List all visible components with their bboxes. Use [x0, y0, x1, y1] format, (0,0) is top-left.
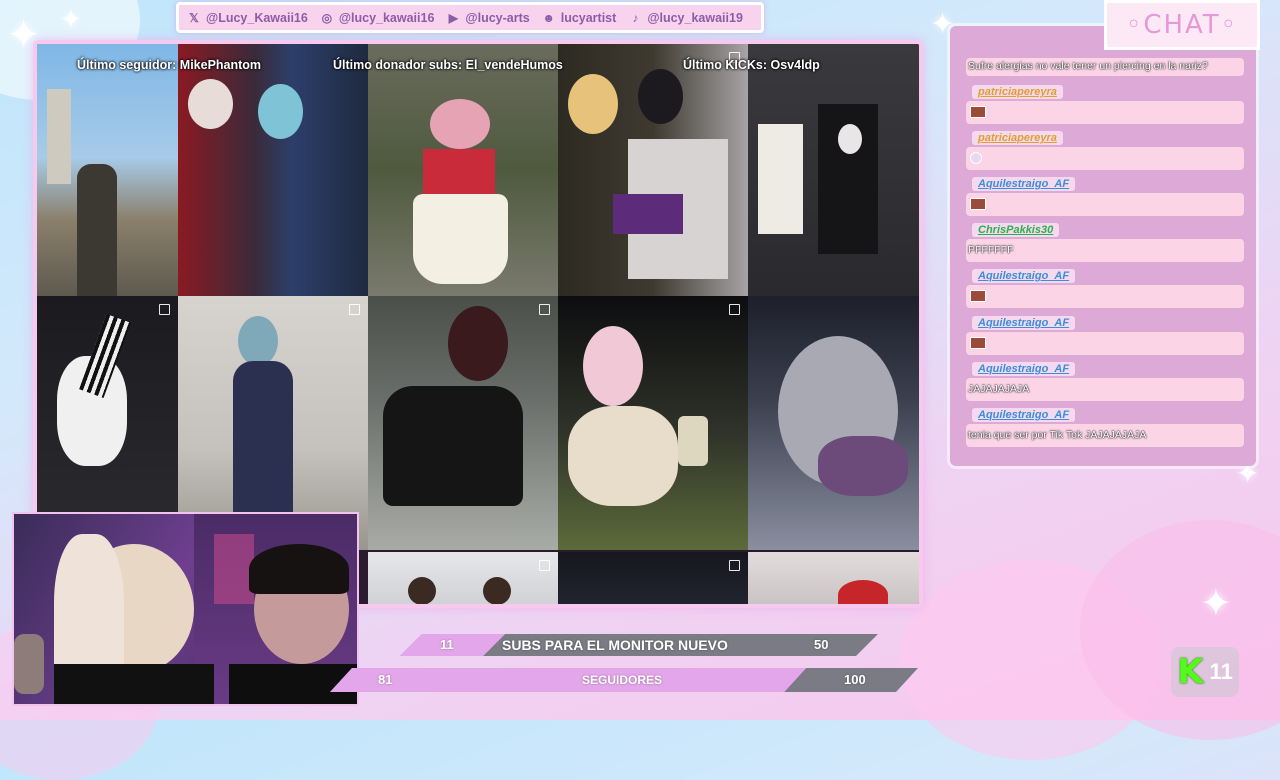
chat-message: patriciapereyra — [966, 131, 1246, 175]
chat-message: patriciapereyra — [966, 85, 1246, 129]
kick-viewer-count: K 11 — [1171, 647, 1239, 697]
chat-message-content: JAJAJAJAJA — [968, 383, 1030, 395]
face-emote-icon — [970, 198, 986, 211]
webcam-feed — [12, 512, 359, 706]
multi-photo-icon — [729, 304, 740, 315]
chat-message-text — [966, 285, 1244, 308]
chat-message: Aquilestraigo_AF — [966, 316, 1246, 360]
followers-target: 100 — [844, 672, 866, 687]
multi-photo-icon — [159, 304, 170, 315]
chat-username[interactable]: Aquilestraigo_AF — [972, 316, 1076, 330]
photo-tile[interactable] — [558, 552, 748, 604]
photo-tile[interactable] — [37, 44, 178, 296]
photo-tile[interactable] — [748, 296, 919, 550]
photo-tile[interactable] — [558, 296, 748, 550]
chat-message: ChrisPakkis30 PFFFFFF — [966, 223, 1246, 267]
subs-current: 11 — [440, 637, 454, 652]
chat-message: Aquilestraigo_AF — [966, 177, 1246, 221]
last-donor-label: Último donador subs: El_vendeHumos — [333, 58, 563, 72]
chat-message-text: PFFFFFF — [966, 239, 1244, 262]
last-follower-label: Último seguidor: MikePhantom — [77, 58, 262, 72]
photo-tile[interactable] — [368, 552, 558, 604]
subs-target: 50 — [814, 637, 829, 652]
face-emote-icon — [970, 106, 986, 119]
chat-message-text — [966, 193, 1244, 216]
youtube-icon: ▶ — [448, 10, 459, 25]
subs-goal-bar: 11 SUBS PARA EL MONITOR NUEVO 50 — [400, 634, 878, 656]
photo-tile[interactable] — [368, 44, 558, 296]
chat-message-text — [966, 101, 1244, 124]
chat-message-text: Sufre alergias no vale tener un piercing… — [966, 58, 1244, 76]
tiktok-icon: ♪ — [632, 10, 639, 25]
chat-top-message: Sufre alergias no vale tener un piercing… — [966, 58, 1246, 76]
photo-tile[interactable] — [368, 296, 558, 550]
chat-username[interactable]: patriciapereyra — [972, 85, 1063, 99]
face-emote-icon — [970, 337, 986, 350]
chat-message-text: tenia que ser por Tik Tok JAJAJAJAJA — [966, 424, 1244, 447]
instagram-icon: ◎ — [321, 10, 333, 25]
photo-tile[interactable] — [748, 44, 919, 296]
followers-goal-progress — [330, 668, 806, 692]
multi-photo-icon — [729, 560, 740, 571]
last-kicks-label: Último KICKs: Osv4ldp — [683, 58, 820, 72]
multi-photo-icon — [349, 304, 360, 315]
social-discord[interactable]: ☻ lucyartist — [542, 10, 616, 25]
chat-username[interactable]: Aquilestraigo_AF — [972, 408, 1076, 422]
photo-tile[interactable] — [178, 44, 368, 296]
kick-count: 11 — [1209, 659, 1233, 684]
sparkle-icon: ✦ — [60, 4, 82, 34]
chat-message-text — [966, 147, 1244, 170]
chat-username[interactable]: ChrisPakkis30 — [972, 223, 1060, 237]
ghost-emote-icon — [970, 152, 982, 165]
chat-username[interactable]: patriciapereyra — [972, 131, 1063, 145]
multi-photo-icon — [539, 304, 550, 315]
chat-message-content: tenia que ser por Tik Tok JAJAJAJAJA — [968, 429, 1147, 441]
chat-message-content: PFFFFFF — [968, 244, 1014, 256]
social-links-bar: 𝕏 @Lucy_Kawaii16 ◎ @lucy_kawaii16 ▶ @lucy-a… — [176, 2, 764, 33]
social-x[interactable]: 𝕏 @Lucy_Kawaii16 — [187, 11, 308, 25]
chat-username[interactable]: Aquilestraigo_AF — [972, 177, 1076, 191]
x-icon: 𝕏 — [189, 10, 199, 25]
photo-tile[interactable] — [558, 44, 748, 296]
chat-username[interactable]: Aquilestraigo_AF — [972, 269, 1076, 283]
social-youtube[interactable]: ▶ @lucy-arts — [446, 10, 530, 25]
discord-icon: ☻ — [542, 10, 556, 25]
social-tiktok[interactable]: ♪ @lucy_kawaii19 — [628, 11, 743, 25]
subs-goal-label: SUBS PARA EL MONITOR NUEVO — [502, 637, 728, 653]
chat-message: Aquilestraigo_AF JAJAJAJAJA — [966, 362, 1246, 406]
multi-photo-icon — [539, 560, 550, 571]
followers-goal-bar: 81 SEGUIDORES 100 — [330, 668, 918, 692]
chat-message-text — [966, 332, 1244, 355]
chat-username[interactable]: Aquilestraigo_AF — [972, 362, 1076, 376]
face-emote-icon — [970, 290, 986, 303]
followers-current: 81 — [378, 672, 393, 687]
chat-message-text: JAJAJAJAJA — [966, 378, 1244, 401]
photo-tile[interactable] — [748, 552, 919, 604]
sparkle-icon: ✦ — [1200, 583, 1232, 625]
followers-goal-label: SEGUIDORES — [582, 673, 663, 687]
kick-logo-icon: K — [1177, 652, 1204, 692]
chat-message: Aquilestraigo_AF — [966, 269, 1246, 313]
chat-message: Aquilestraigo_AFtenia que ser por Tik To… — [966, 408, 1246, 452]
chat-title: ◦CHAT◦ — [1104, 0, 1260, 50]
social-instagram[interactable]: ◎ @lucy_kawaii16 — [320, 11, 435, 25]
